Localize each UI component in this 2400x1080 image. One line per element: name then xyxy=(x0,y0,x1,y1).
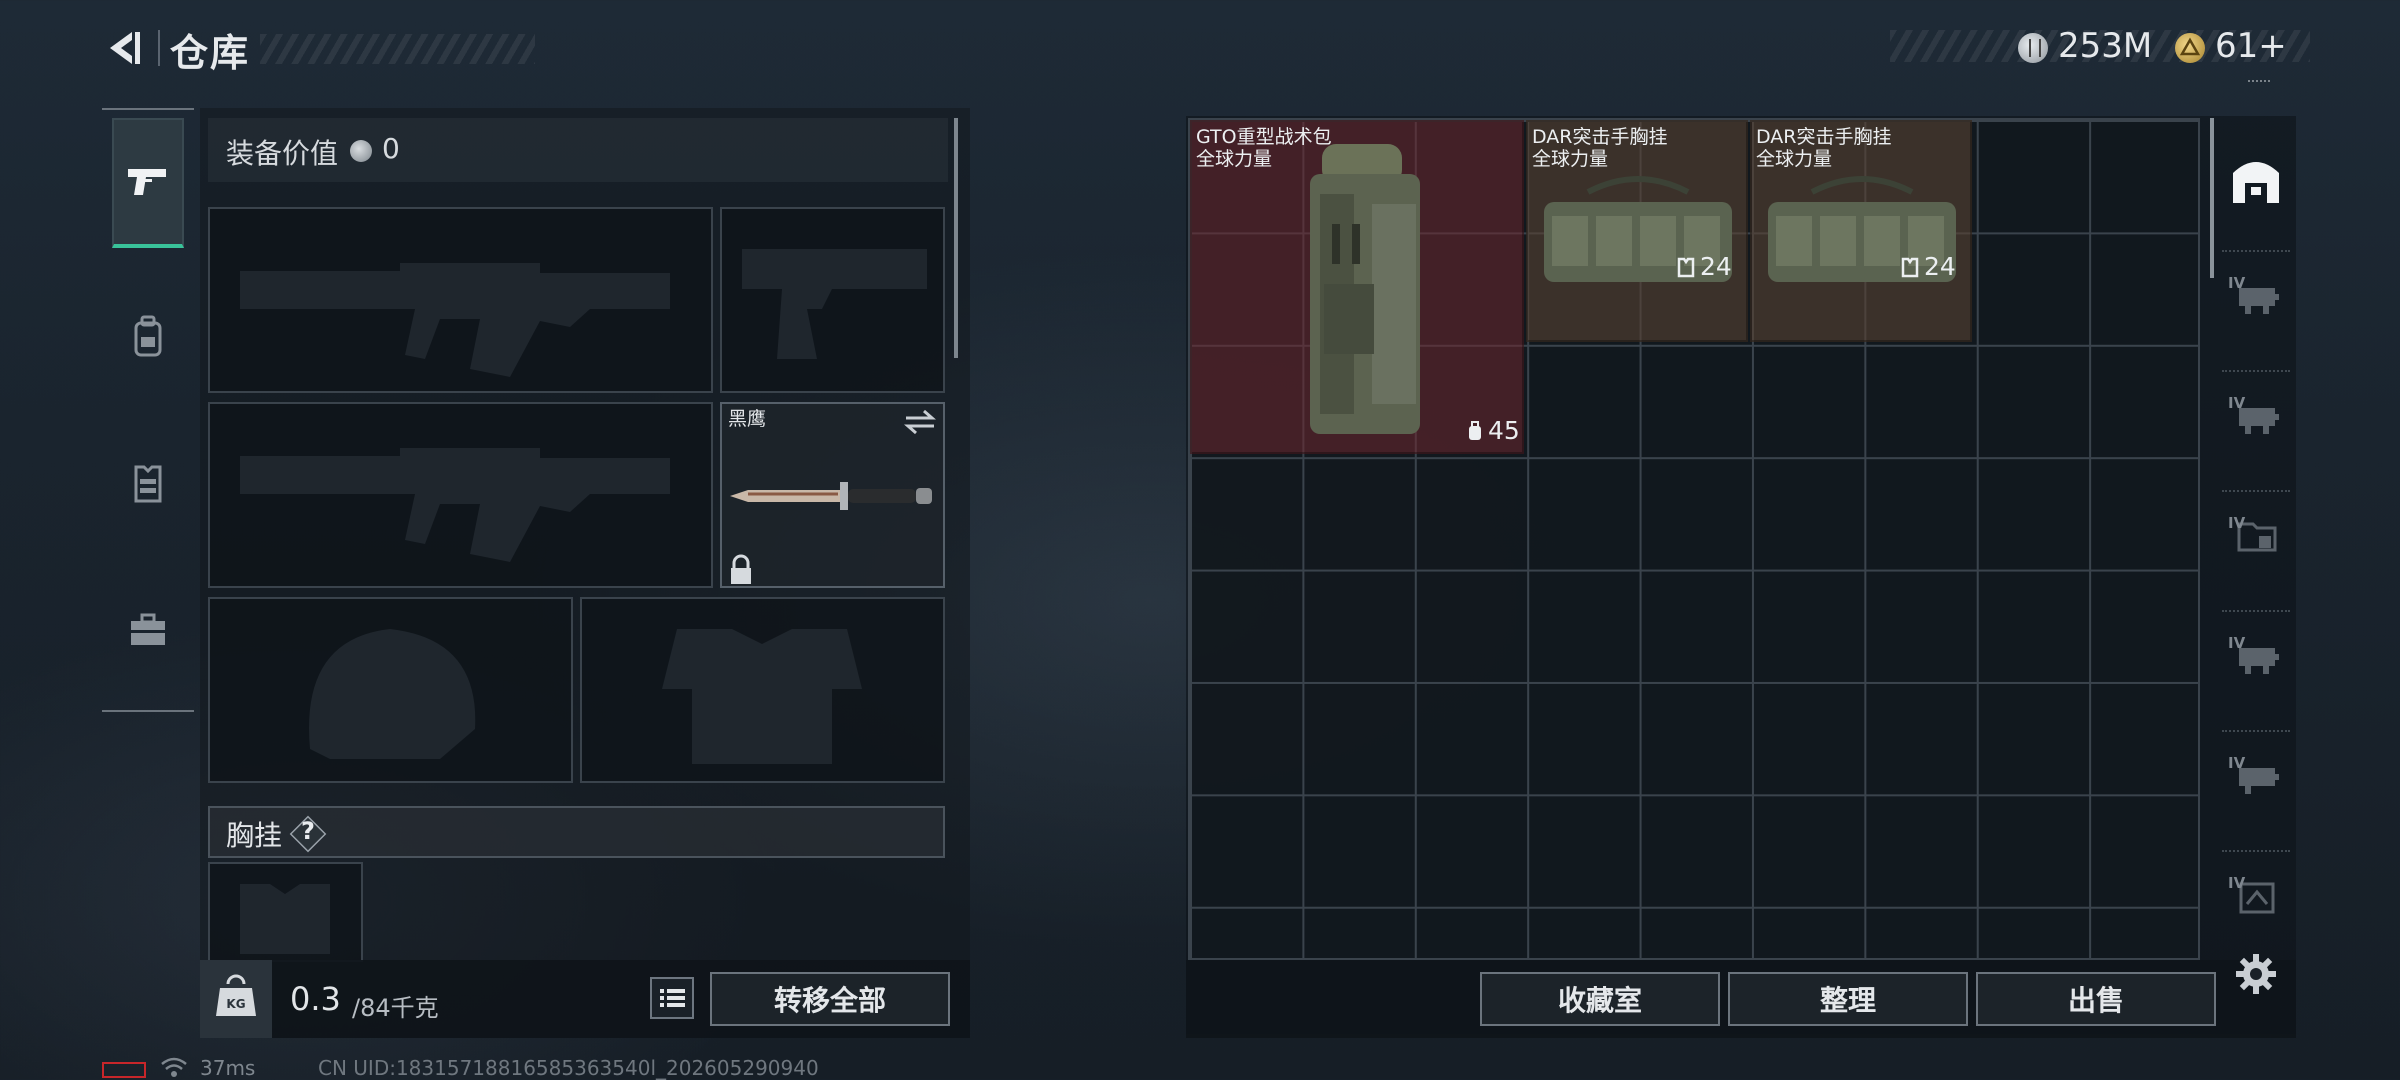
primary-weapon-slot-1[interactable] xyxy=(208,207,713,393)
header-dots-decoration xyxy=(2248,80,2270,86)
swap-icon[interactable] xyxy=(902,408,938,436)
rail-top-line xyxy=(102,108,194,110)
list-view-button[interactable] xyxy=(650,977,694,1019)
item-name: DAR突击手胸挂 xyxy=(1532,126,1668,148)
primary-weapon-slot-2[interactable] xyxy=(208,402,713,588)
value-coin-icon xyxy=(350,140,372,162)
sidearm-slot[interactable] xyxy=(720,207,945,393)
tier-label: IV xyxy=(2228,274,2246,292)
list-icon xyxy=(660,989,685,1007)
battery-icon xyxy=(102,1062,146,1078)
storage-scrollbar[interactable] xyxy=(2210,118,2214,278)
sort-button[interactable]: 整理 xyxy=(1728,972,1968,1026)
collection-room-button[interactable]: 收藏室 xyxy=(1480,972,1720,1026)
storage-item-chest-rig[interactable]: DAR突击手胸挂 全球力量 24 xyxy=(1526,120,1748,342)
backpack-image xyxy=(1310,144,1420,434)
category-tools[interactable] xyxy=(112,565,184,695)
helmet-silhouette-icon xyxy=(309,629,476,759)
item-count: 24 xyxy=(1700,252,1732,281)
storage-item-backpack[interactable]: GTO重型战术包 全球力量 45 xyxy=(1190,120,1524,454)
silver-currency-amount: 253M xyxy=(2058,26,2153,66)
lock-icon xyxy=(728,554,754,586)
title-stripe-decoration xyxy=(260,34,535,64)
category-chest-rigs[interactable] xyxy=(112,418,184,548)
tier-label: IV xyxy=(2228,754,2246,772)
melee-weapon-name: 黑鹰 xyxy=(728,408,767,430)
tier-label: IV xyxy=(2228,514,2246,532)
rifle-silhouette-icon xyxy=(240,263,670,377)
silver-coin-icon xyxy=(2018,33,2048,63)
back-button[interactable] xyxy=(102,26,146,70)
chest-rig-slot[interactable] xyxy=(208,862,363,962)
storage-main-icon xyxy=(2233,162,2279,203)
side-tab-storage-7[interactable]: IV xyxy=(2222,850,2290,940)
gold-coin-icon xyxy=(2175,33,2205,63)
tier-label: IV xyxy=(2228,874,2246,892)
pistol-icon xyxy=(128,169,166,195)
side-tab-main-storage[interactable] xyxy=(2222,135,2290,225)
capacity-icon xyxy=(1469,421,1481,440)
chest-rig-label: 胸挂 xyxy=(226,819,283,852)
item-subtitle: 全球力量 xyxy=(1196,148,1273,170)
back-arrow-icon xyxy=(110,32,140,64)
sell-button[interactable]: 出售 xyxy=(1976,972,2216,1026)
tier-label: IV xyxy=(2228,634,2246,652)
user-uid: CN UID:18315718816585363540l_20260529094… xyxy=(318,1056,819,1080)
rifle-silhouette-icon xyxy=(240,448,670,562)
vest-icon xyxy=(134,465,162,503)
weight-current: 0.3 xyxy=(290,980,341,1018)
side-tab-storage-3[interactable]: IV xyxy=(2222,370,2290,460)
transfer-all-button[interactable]: 转移全部 xyxy=(710,972,950,1026)
combat-knife-image xyxy=(728,470,938,520)
gold-currency-amount[interactable]: 61+ xyxy=(2215,26,2287,66)
side-tab-storage-5[interactable]: IV xyxy=(2222,610,2290,700)
item-name: DAR突击手胸挂 xyxy=(1756,126,1892,148)
body-armor-slot[interactable] xyxy=(580,597,945,783)
weight-max: /84千克 xyxy=(352,994,439,1022)
category-backpacks[interactable] xyxy=(112,272,184,402)
weight-icon-box: KG xyxy=(200,960,272,1038)
svg-text:KG: KG xyxy=(226,997,245,1011)
wifi-icon xyxy=(160,1056,188,1078)
title-divider xyxy=(158,30,160,66)
gear-icon[interactable] xyxy=(2234,952,2278,996)
tier-label: IV xyxy=(2228,394,2246,412)
item-count: 45 xyxy=(1488,416,1520,445)
equipment-value-label: 装备价值 xyxy=(226,137,339,170)
item-subtitle: 全球力量 xyxy=(1532,148,1609,170)
rig-silhouette-icon xyxy=(240,884,330,954)
armor-silhouette-icon xyxy=(662,629,862,764)
item-subtitle: 全球力量 xyxy=(1756,148,1833,170)
equipment-value-amount: 0 xyxy=(382,132,400,165)
loadout-scrollbar[interactable] xyxy=(954,118,958,358)
ping-readout: 37ms xyxy=(200,1056,256,1080)
help-icon[interactable]: ? xyxy=(296,817,320,845)
capacity-icon xyxy=(1901,257,1919,278)
toolbox-icon xyxy=(131,613,165,645)
helmet-slot[interactable] xyxy=(208,597,573,783)
weight-icon: KG xyxy=(216,974,256,1016)
page-title: 仓库 xyxy=(170,31,251,75)
backpack-icon xyxy=(134,315,162,357)
category-weapons[interactable] xyxy=(112,118,184,248)
item-count: 24 xyxy=(1924,252,1956,281)
capacity-icon xyxy=(1677,257,1695,278)
storage-item-chest-rig[interactable]: DAR突击手胸挂 全球力量 24 xyxy=(1750,120,1972,342)
side-tab-storage-4[interactable]: IV xyxy=(2222,490,2290,580)
side-tab-storage-6[interactable]: IV xyxy=(2222,730,2290,820)
rail-bottom-line xyxy=(102,710,194,712)
side-tab-storage-2[interactable]: IV xyxy=(2222,250,2290,340)
pistol-silhouette-icon xyxy=(742,249,927,359)
